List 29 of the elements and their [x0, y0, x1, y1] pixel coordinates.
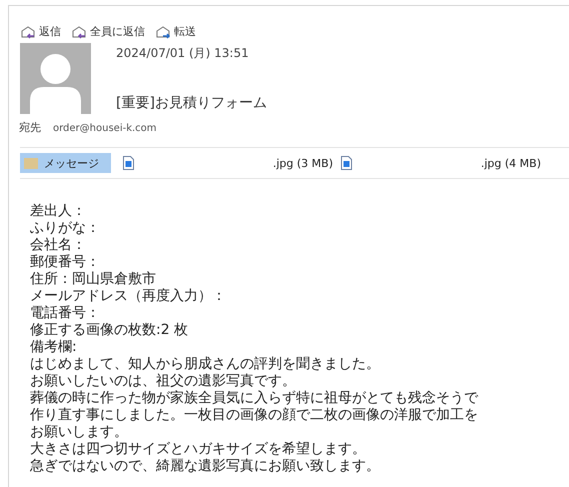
body-line: 備考欄: [30, 339, 78, 356]
body-line: 急ぎではないので、綺麗な遺影写真にお願い致します。 [30, 458, 381, 475]
body-line: 郵便番号： [30, 254, 101, 271]
body-line: 差出人： [30, 203, 87, 220]
reply-all-button[interactable]: 全員に返信 [71, 24, 145, 39]
body-line: 修正する画像の枚数:2 枚 [30, 322, 190, 339]
body-line: はじめまして、知人から朋成さんの評判を聞きました。 [30, 356, 381, 373]
body-line: 住所：岡山県倉敷市 [30, 271, 156, 288]
date-text: 2024/07/01 (月) 13:51 [116, 45, 250, 62]
recipient-label: 宛先 [19, 120, 41, 135]
body-line: 電話番号： [30, 305, 100, 322]
avatar [20, 43, 91, 114]
body-line: お願いします。 [30, 424, 129, 441]
reply-button[interactable]: 返信 [20, 24, 61, 39]
body-line: ふりがな： [30, 220, 101, 237]
body-line: 葬儀の時に作った物が家族全員気に入らず特に祖母がとても残念そうで [30, 390, 480, 407]
subject-text: [重要]お見積りフォーム [116, 94, 267, 112]
attachment-item[interactable]: .jpg (4 MB) [337, 153, 545, 173]
body-line: 作り直す事にしました。一枚目の画像の顔で二枚の画像の洋服で加工を [30, 407, 479, 424]
image-file-icon [341, 156, 352, 170]
body-line: 会社名： [30, 237, 87, 254]
body-line: メールアドレス（再度入力）： [30, 288, 227, 305]
body-line: お願いしたいのは、祖父の遺影写真です。 [30, 373, 297, 390]
recipient-address: order@housei-k.com [53, 123, 157, 134]
attachment-item[interactable]: メッセージ [20, 153, 111, 173]
body-line: 大きさは四つ切サイズとハガキサイズを希望します。 [30, 441, 367, 458]
forward-button[interactable]: 転送 [155, 24, 196, 39]
attachment-item[interactable]: .jpg (3 MB) [119, 153, 337, 173]
image-file-icon [123, 156, 134, 170]
